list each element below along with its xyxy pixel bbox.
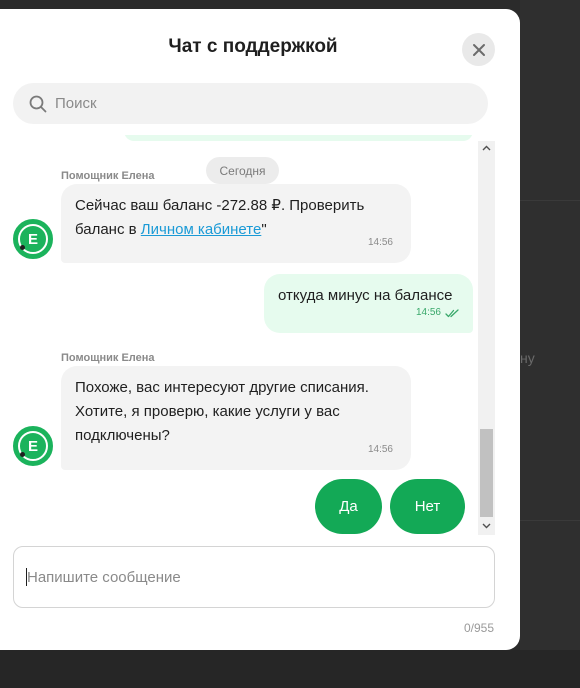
scroll-up-button[interactable] [478, 141, 495, 155]
sender-name: Помощник Елена [61, 352, 155, 364]
assistant-avatar: E [13, 219, 53, 259]
incoming-message: Похоже, вас интересуют другие списания. … [61, 366, 411, 470]
message-time: 14:56 [367, 444, 393, 455]
close-button[interactable] [462, 33, 495, 66]
chevron-down-icon [482, 523, 491, 529]
sender-name: Помощник Елена [61, 170, 155, 182]
message-time: 14:56 [367, 237, 393, 248]
quick-reply-yes-button[interactable]: Да [315, 479, 382, 534]
chat-title: Чат с поддержкой [168, 36, 338, 57]
message-time: 14:56 [415, 307, 441, 318]
assistant-avatar: E [13, 426, 53, 466]
double-check-icon [445, 308, 459, 317]
message-time-row: 14:56 [416, 301, 459, 325]
outgoing-message: откуда минус на балансе 14:56 [264, 274, 473, 333]
message-list: Сегодня Помощник Елена E Сейчас ваш бала… [0, 135, 478, 535]
background-panel [520, 0, 580, 650]
date-separator: Сегодня [206, 157, 279, 184]
message-input[interactable] [27, 568, 477, 586]
search-bar[interactable] [13, 83, 488, 124]
avatar-status-dot [20, 452, 25, 457]
background-partial-text: ну [520, 350, 535, 366]
quick-reply-no-button[interactable]: Нет [390, 479, 465, 534]
message-composer[interactable] [13, 546, 495, 608]
personal-account-link[interactable]: Личном кабинете [141, 221, 262, 238]
avatar-status-dot [20, 245, 25, 250]
chevron-up-icon [482, 145, 491, 151]
background-bottom [0, 650, 580, 688]
message-text: Похоже, вас интересуют другие списания. … [75, 379, 369, 444]
message-scrollbar[interactable] [478, 141, 495, 535]
close-icon [472, 43, 485, 56]
scroll-down-button[interactable] [478, 519, 495, 533]
incoming-message: Сейчас ваш баланс -272.88 ₽. Проверить б… [61, 184, 411, 263]
message-text-end: " [261, 221, 267, 238]
character-counter: 0/955 [463, 621, 494, 635]
background-divider [520, 520, 580, 521]
search-icon [29, 95, 47, 112]
support-chat-window: Чат с поддержкой Сегодня Помощник Елена … [0, 9, 520, 650]
search-input[interactable] [55, 95, 455, 112]
previous-message-bubble [124, 135, 473, 141]
background-divider [520, 200, 580, 201]
scroll-thumb[interactable] [480, 429, 493, 517]
